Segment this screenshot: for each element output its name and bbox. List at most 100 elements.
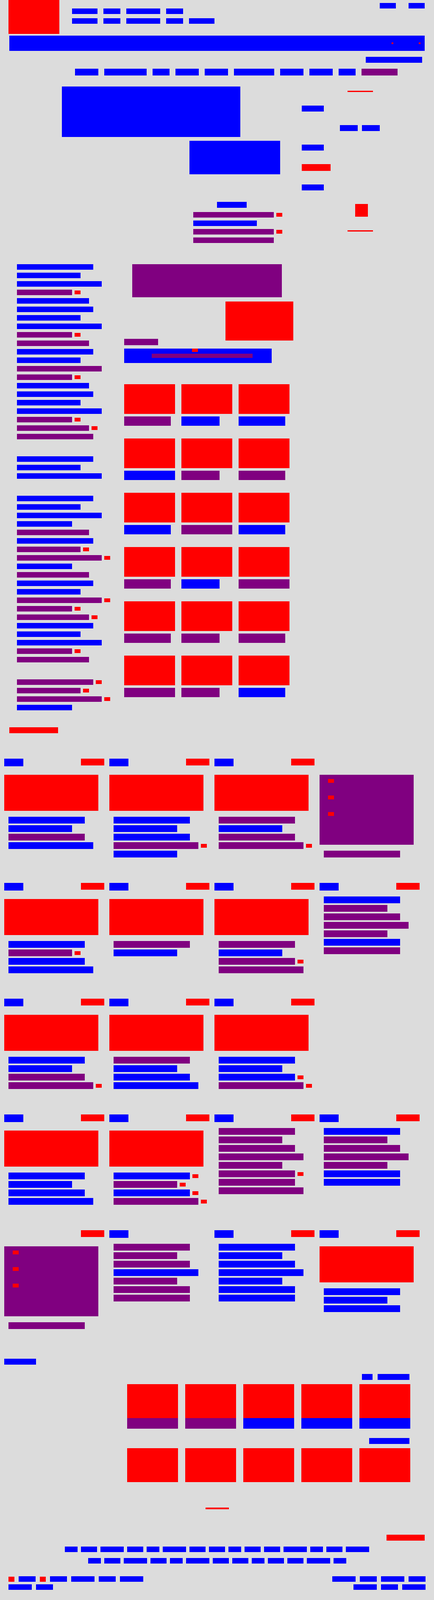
link-bar[interactable] bbox=[8, 940, 85, 948]
footer-link[interactable] bbox=[119, 1575, 144, 1581]
footer-link[interactable] bbox=[244, 1545, 261, 1552]
footer-link[interactable] bbox=[88, 1557, 101, 1563]
link-bar[interactable] bbox=[323, 1296, 388, 1303]
footer-link[interactable] bbox=[123, 1557, 148, 1563]
link-nav-item[interactable] bbox=[126, 18, 161, 24]
link-bar[interactable] bbox=[8, 1188, 85, 1196]
link-bar[interactable] bbox=[16, 495, 94, 501]
link-bar[interactable] bbox=[218, 1056, 295, 1063]
tile-image[interactable] bbox=[359, 1383, 411, 1418]
card-title[interactable] bbox=[214, 882, 234, 891]
feature-bar[interactable] bbox=[124, 348, 272, 363]
link-bar[interactable] bbox=[218, 1251, 283, 1259]
footer-button[interactable] bbox=[386, 1533, 425, 1540]
link-bar[interactable] bbox=[323, 1127, 401, 1135]
link-bar[interactable] bbox=[323, 1169, 401, 1177]
footer-link[interactable] bbox=[264, 1545, 281, 1552]
link-bar[interactable] bbox=[16, 622, 94, 629]
footer-link[interactable] bbox=[71, 1575, 95, 1581]
product-image[interactable] bbox=[124, 492, 176, 523]
link-bar[interactable] bbox=[113, 816, 190, 824]
link-nav-item[interactable] bbox=[166, 18, 184, 24]
tile-image[interactable] bbox=[359, 1447, 411, 1482]
footer-link[interactable] bbox=[402, 1583, 426, 1589]
link-bar[interactable] bbox=[113, 833, 190, 841]
footer-link[interactable] bbox=[162, 1545, 187, 1552]
link-bar[interactable] bbox=[323, 895, 401, 903]
link-bar[interactable] bbox=[16, 520, 73, 527]
link-bar[interactable] bbox=[16, 391, 94, 397]
link-bar[interactable] bbox=[16, 503, 81, 510]
footer-link[interactable] bbox=[267, 1557, 284, 1563]
link-bar[interactable] bbox=[16, 537, 94, 544]
footer-link[interactable] bbox=[408, 1575, 426, 1581]
card-title[interactable] bbox=[109, 1229, 129, 1238]
footer-link[interactable] bbox=[98, 1575, 116, 1581]
product-caption[interactable] bbox=[124, 524, 171, 535]
link-bar[interactable] bbox=[16, 472, 102, 479]
footer-link[interactable] bbox=[8, 1583, 32, 1589]
tile-image[interactable] bbox=[185, 1383, 237, 1418]
link-bar[interactable] bbox=[16, 306, 94, 312]
link-bar[interactable] bbox=[113, 1073, 190, 1080]
link-bar[interactable] bbox=[323, 1178, 401, 1186]
link-bar[interactable] bbox=[8, 957, 85, 965]
product-image[interactable] bbox=[181, 383, 233, 414]
link-bar[interactable] bbox=[113, 824, 178, 832]
aside-link[interactable] bbox=[301, 105, 324, 112]
card-title[interactable] bbox=[214, 998, 234, 1006]
hero-banner[interactable] bbox=[61, 86, 241, 137]
side-button[interactable] bbox=[9, 726, 59, 733]
footer-link[interactable] bbox=[333, 1557, 347, 1563]
card-title[interactable] bbox=[109, 1113, 129, 1122]
product-image[interactable] bbox=[124, 600, 176, 631]
tile-image[interactable] bbox=[301, 1447, 353, 1482]
menu-item[interactable] bbox=[338, 68, 356, 76]
link-bar[interactable] bbox=[218, 1293, 295, 1301]
product-image[interactable] bbox=[238, 655, 290, 685]
link-bar[interactable] bbox=[218, 1260, 295, 1267]
product-image[interactable] bbox=[238, 546, 290, 577]
menu-item[interactable] bbox=[104, 68, 147, 76]
link-bar[interactable] bbox=[16, 272, 81, 279]
link-nav-item[interactable] bbox=[126, 8, 161, 14]
product-caption[interactable] bbox=[124, 470, 176, 480]
link-nav-item[interactable] bbox=[189, 18, 215, 24]
aside-link[interactable] bbox=[301, 184, 324, 191]
product-image[interactable] bbox=[124, 438, 176, 468]
footer-link[interactable] bbox=[100, 1545, 124, 1552]
link-bar[interactable] bbox=[16, 264, 94, 270]
product-image[interactable] bbox=[181, 655, 233, 685]
footer-link[interactable] bbox=[50, 1575, 67, 1581]
tile-caption[interactable] bbox=[301, 1417, 353, 1428]
tile-image[interactable] bbox=[185, 1447, 237, 1482]
product-image[interactable] bbox=[181, 546, 233, 577]
link-bar[interactable] bbox=[113, 1081, 199, 1089]
footer-link[interactable] bbox=[359, 1575, 377, 1581]
link-bar[interactable] bbox=[8, 965, 94, 973]
tile-image[interactable] bbox=[127, 1447, 179, 1482]
aside-link[interactable] bbox=[301, 144, 324, 151]
menu-item[interactable] bbox=[280, 68, 304, 76]
link-bar[interactable] bbox=[16, 580, 94, 586]
menu-item[interactable] bbox=[204, 68, 229, 76]
link-bar[interactable] bbox=[8, 1171, 85, 1179]
menu-item[interactable] bbox=[309, 68, 333, 76]
card-title[interactable] bbox=[319, 882, 339, 891]
product-image[interactable] bbox=[238, 492, 290, 523]
link-bar[interactable] bbox=[218, 948, 283, 956]
link-bar[interactable] bbox=[16, 456, 94, 462]
tile-image[interactable] bbox=[127, 1383, 179, 1418]
tile-image[interactable] bbox=[301, 1383, 353, 1418]
link-bar[interactable] bbox=[16, 639, 102, 646]
hero-caption[interactable] bbox=[217, 201, 247, 208]
footer-link[interactable] bbox=[212, 1557, 229, 1563]
link-bar[interactable] bbox=[16, 408, 102, 414]
link-bar[interactable] bbox=[113, 1064, 178, 1072]
footer-link[interactable] bbox=[232, 1557, 249, 1563]
link-bar[interactable] bbox=[16, 382, 90, 389]
menu-item[interactable] bbox=[175, 68, 199, 76]
gallery-link[interactable] bbox=[369, 1437, 410, 1444]
link-bar[interactable] bbox=[8, 1064, 73, 1072]
link-bar[interactable] bbox=[16, 588, 81, 595]
